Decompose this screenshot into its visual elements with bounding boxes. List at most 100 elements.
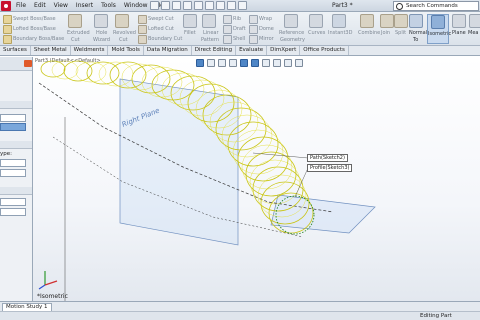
- lofted-boss-button[interactable]: Lofted Boss/Base: [13, 26, 56, 32]
- tab-direct-editing[interactable]: Direct Editing: [191, 46, 237, 55]
- hole-wizard-icon[interactable]: [94, 14, 108, 28]
- linear-pattern-icon[interactable]: [202, 14, 216, 28]
- print-icon[interactable]: [183, 1, 192, 10]
- rebuild-icon[interactable]: [216, 1, 225, 10]
- profile-callout[interactable]: Profile(Sketch3): [307, 164, 353, 172]
- lofted-boss-icon[interactable]: [3, 25, 12, 34]
- linear-pattern-label-1[interactable]: Linear: [203, 30, 219, 36]
- boundary-cut-icon[interactable]: [138, 35, 147, 44]
- boundary-boss-button[interactable]: Boundary Boss/Base: [13, 36, 64, 42]
- wrap-icon[interactable]: [249, 15, 258, 24]
- rib-icon[interactable]: [223, 15, 232, 24]
- undo-icon[interactable]: [194, 1, 203, 10]
- twist-type-select[interactable]: [0, 169, 26, 177]
- menu-tools[interactable]: Tools: [97, 2, 120, 10]
- plane-button[interactable]: Plane: [452, 30, 466, 36]
- feature-tree-icon[interactable]: [24, 60, 32, 67]
- lofted-cut-icon[interactable]: [138, 25, 147, 34]
- measure-icon[interactable]: [469, 14, 480, 28]
- path-callout[interactable]: Path(Sketch2): [307, 154, 348, 162]
- dome-icon[interactable]: [249, 25, 258, 34]
- draft-button[interactable]: Draft: [233, 26, 246, 32]
- model-viewport[interactable]: Right Plane: [33, 57, 480, 301]
- boundary-cut-button[interactable]: Boundary Cut: [148, 36, 182, 42]
- swept-cut-icon[interactable]: [138, 15, 147, 24]
- shell-button[interactable]: Shell: [233, 36, 245, 42]
- revolved-cut-icon[interactable]: [115, 14, 129, 28]
- extruded-cut-label-2[interactable]: Cut: [71, 37, 80, 43]
- linear-pattern-label-2[interactable]: Pattern: [201, 37, 219, 43]
- revolved-cut-label-1[interactable]: Revolved: [113, 30, 136, 36]
- rib-button[interactable]: Rib: [233, 16, 241, 22]
- shell-icon[interactable]: [223, 35, 232, 44]
- wrap-button[interactable]: Wrap: [259, 16, 272, 22]
- normal-to-icon[interactable]: [409, 14, 423, 28]
- section-header-options[interactable]: [0, 141, 32, 149]
- join-icon[interactable]: [380, 14, 394, 28]
- combine-button[interactable]: Combine: [358, 30, 380, 36]
- reference-geometry-label-1[interactable]: Reference: [279, 30, 304, 36]
- fillet-icon[interactable]: [183, 14, 197, 28]
- open-folder-icon[interactable]: [161, 1, 170, 10]
- solidworks-logo-icon[interactable]: [1, 1, 11, 11]
- measure-button[interactable]: Mea: [468, 30, 478, 36]
- guide-curves-box[interactable]: [0, 198, 26, 206]
- tab-data-migration[interactable]: Data Migration: [143, 46, 192, 55]
- path-selection-box[interactable]: [0, 123, 26, 131]
- swept-cut-button[interactable]: Swept Cut: [148, 16, 174, 22]
- hole-wizard-label-1[interactable]: Hole: [96, 30, 107, 36]
- orientation-type-select[interactable]: [0, 159, 26, 167]
- right-plane-outline[interactable]: [119, 78, 239, 246]
- tab-sheet-metal[interactable]: Sheet Metal: [30, 46, 71, 55]
- new-document-icon[interactable]: [150, 1, 159, 10]
- menu-view[interactable]: View: [50, 2, 72, 10]
- save-icon[interactable]: [172, 1, 181, 10]
- fillet-button[interactable]: Fillet: [184, 30, 196, 36]
- tab-office-products[interactable]: Office Products: [300, 46, 349, 55]
- split-icon[interactable]: [394, 14, 408, 28]
- profile-selection-box[interactable]: [0, 114, 26, 122]
- reference-geometry-icon[interactable]: [284, 14, 298, 28]
- extruded-cut-icon[interactable]: [68, 14, 82, 28]
- tab-dimxpert[interactable]: DimXpert: [267, 46, 301, 55]
- revolved-cut-label-2[interactable]: Cut: [119, 37, 128, 43]
- search-commands-input[interactable]: Search Commands: [393, 1, 479, 11]
- curves-button[interactable]: Curves: [308, 30, 325, 36]
- tab-evaluate[interactable]: Evaluate: [236, 46, 268, 55]
- menu-file[interactable]: File: [12, 2, 30, 10]
- section-header-profile[interactable]: [0, 101, 32, 109]
- swept-boss-icon[interactable]: [3, 15, 12, 24]
- start-end-tangency-select[interactable]: [0, 208, 26, 216]
- menu-insert[interactable]: Insert: [72, 2, 97, 10]
- tab-mold-tools[interactable]: Mold Tools: [108, 46, 144, 55]
- menu-window[interactable]: Window: [120, 2, 152, 10]
- select-arrow-icon[interactable]: [205, 1, 214, 10]
- file-properties-icon[interactable]: [227, 1, 236, 10]
- draft-icon[interactable]: [223, 25, 232, 34]
- dome-button[interactable]: Dome: [259, 26, 274, 32]
- curves-icon[interactable]: [309, 14, 323, 28]
- combine-icon[interactable]: [360, 14, 374, 28]
- graphics-area[interactable]: Part3 (Default<<Default> Right Plane Pat…: [33, 57, 480, 301]
- split-button[interactable]: Split: [395, 30, 406, 36]
- lofted-cut-button[interactable]: Lofted Cut: [148, 26, 174, 32]
- section-header-guide-curves[interactable]: [0, 187, 32, 195]
- isometric-button[interactable]: Isometric: [427, 14, 451, 44]
- mirror-icon[interactable]: [249, 35, 258, 44]
- reference-geometry-label-2[interactable]: Geometry: [280, 37, 305, 43]
- join-button[interactable]: Join: [381, 30, 390, 36]
- instant3d-button[interactable]: Instant3D: [328, 30, 352, 36]
- mirror-button[interactable]: Mirror: [259, 36, 274, 42]
- options-gear-icon[interactable]: [238, 1, 247, 10]
- instant3d-icon[interactable]: [332, 14, 346, 28]
- tab-weldments[interactable]: Weldments: [70, 46, 109, 55]
- menu-edit[interactable]: Edit: [30, 2, 50, 10]
- boundary-boss-icon[interactable]: [3, 35, 12, 44]
- hole-wizard-label-2[interactable]: Wizard: [93, 37, 110, 43]
- tab-surfaces[interactable]: Surfaces: [0, 46, 31, 55]
- swept-boss-button[interactable]: Swept Boss/Base: [13, 16, 56, 22]
- extruded-cut-label-1[interactable]: Extruded: [67, 30, 90, 36]
- plane-icon[interactable]: [452, 14, 466, 28]
- normal-to-label-1[interactable]: Normal: [409, 30, 427, 36]
- normal-to-label-2[interactable]: To: [413, 37, 418, 43]
